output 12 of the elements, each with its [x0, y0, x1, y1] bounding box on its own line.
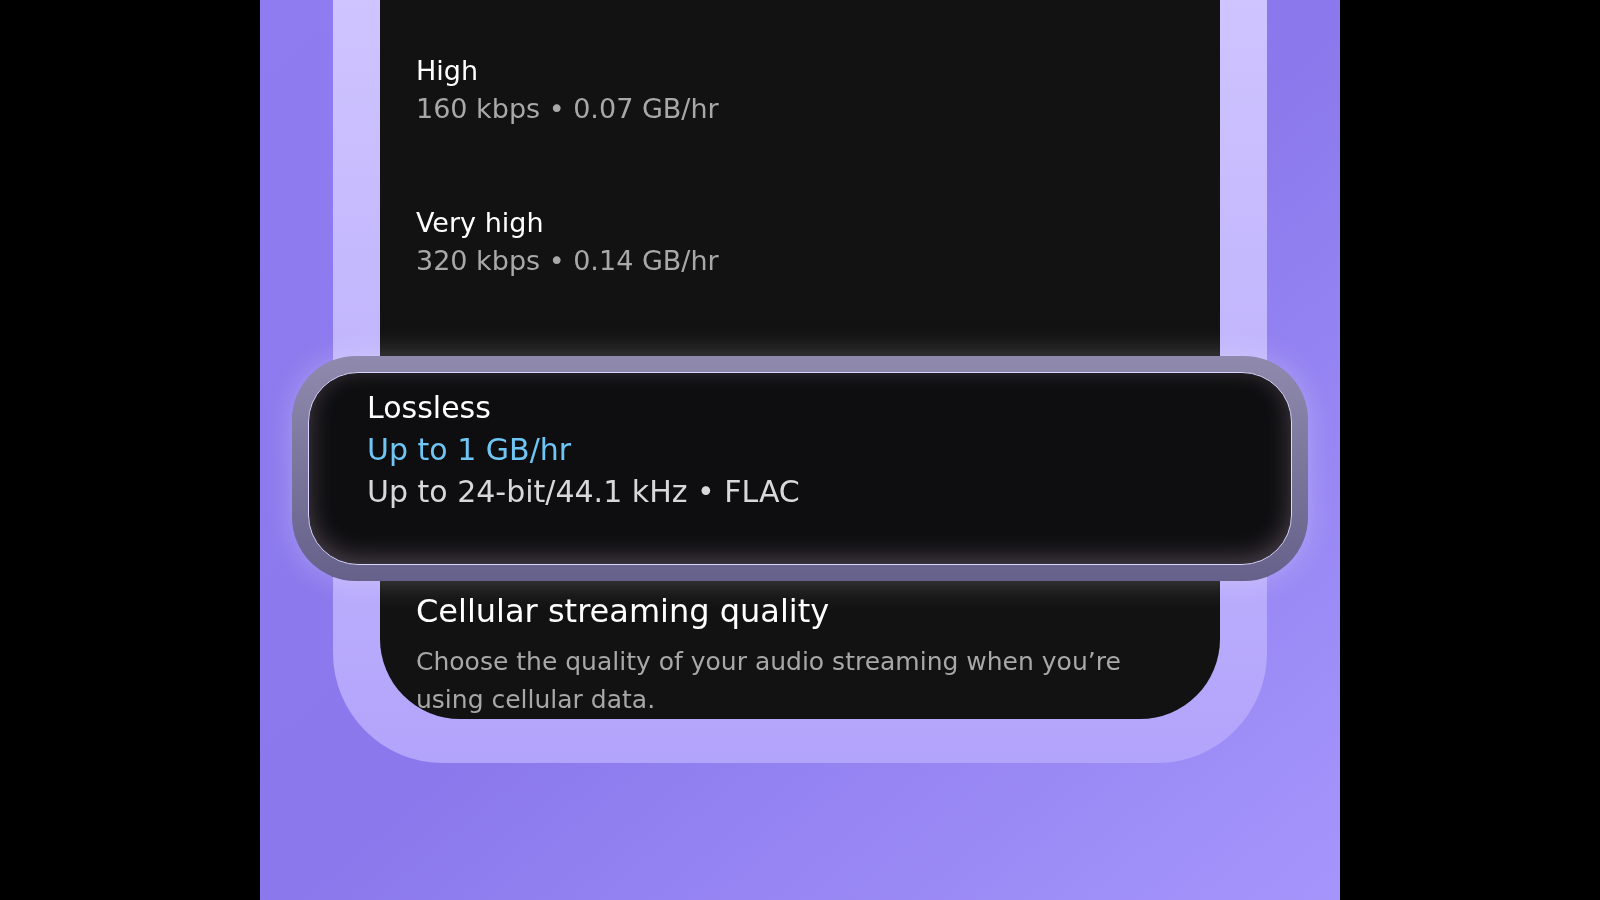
option-row[interactable]: Very high 320 kbps • 0.14 GB/hr: [380, 204, 1220, 356]
option-detail: 160 kbps • 0.07 GB/hr: [416, 92, 719, 126]
option-title: Very high: [416, 206, 544, 240]
option-detail: 320 kbps • 0.14 GB/hr: [416, 244, 719, 278]
option-size: Up to 1 GB/hr: [367, 431, 572, 469]
section-description: Choose the quality of your audio streaming when you’re using cellular data.: [416, 646, 1122, 716]
option-detail: Up to 24-bit/44.1 kHz • FLAC: [367, 473, 800, 511]
option-title: Lossless: [367, 389, 491, 427]
option-row[interactable]: High 160 kbps • 0.07 GB/hr: [380, 52, 1220, 204]
option-title: High: [416, 54, 479, 88]
section-title: Cellular streaming quality: [416, 591, 830, 632]
option-card[interactable]: Lossless Up to 1 GB/hr Up to 24-bit/44.1 kHz • FLAC: [292, 356, 1308, 581]
